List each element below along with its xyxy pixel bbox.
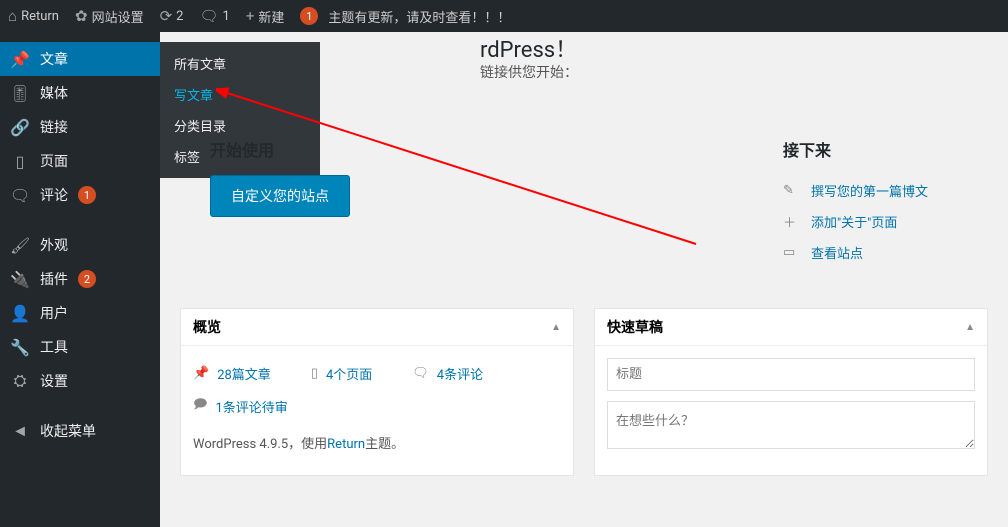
topbar-updates[interactable]: ⟳ 2 <box>152 0 192 32</box>
collapse-icon: ◄ <box>10 421 30 441</box>
refresh-icon: ⟳ <box>160 7 173 25</box>
pin-icon: 📌 <box>10 50 30 69</box>
notice-badge: 1 <box>300 7 318 25</box>
sidebar-item-media[interactable]: 🎚 媒体 <box>0 76 160 110</box>
comment-icon: 🗩 <box>193 395 207 417</box>
page-icon: ▯ <box>311 366 318 381</box>
gear-icon: ✿ <box>75 7 88 25</box>
quick-draft-panel: 快速草稿 ▲ <box>594 308 988 476</box>
plugins-badge: 2 <box>78 270 96 288</box>
new-label: 新建 <box>258 7 284 26</box>
plug-icon: 🔌 <box>10 270 30 289</box>
sidebar-item-settings[interactable]: ⛭ 设置 <box>0 364 160 398</box>
panel-toggle-icon[interactable]: ▲ <box>551 322 561 333</box>
sidebar-item-tools[interactable]: 🔧 工具 <box>0 330 160 364</box>
user-icon: 👤 <box>10 304 30 323</box>
panel-title: 概览 <box>193 317 221 337</box>
sidebar-item-label: 设置 <box>40 371 68 391</box>
glance-pages[interactable]: ▯4个页面 <box>311 358 372 389</box>
sidebar-item-label: 媒体 <box>40 83 68 103</box>
start-heading: 开始使用 <box>210 137 350 161</box>
wp-version-line: WordPress 4.9.5，使用Return主题。 <box>193 433 561 452</box>
glance-pending[interactable]: 🗩1条评论待审 <box>193 389 288 423</box>
glance-posts[interactable]: 📌28篇文章 <box>193 358 271 389</box>
sidebar-item-users[interactable]: 👤 用户 <box>0 296 160 330</box>
sidebar-item-links[interactable]: 🔗 链接 <box>0 110 160 144</box>
next-write-post[interactable]: ✎ 撰写您的第一篇博文 <box>783 175 928 206</box>
next-item-label: 添加"关于"页面 <box>811 212 897 231</box>
sidebar-item-comments[interactable]: 🗨 评论 1 <box>0 178 160 212</box>
next-view-site[interactable]: ▭ 查看站点 <box>783 237 928 268</box>
topbar-new[interactable]: + 新建 <box>238 0 293 32</box>
sidebar-item-collapse[interactable]: ◄ 收起菜单 <box>0 414 160 448</box>
home-icon: ⌂ <box>8 7 17 25</box>
glance-comments[interactable]: 🗨4条评论 <box>412 358 483 389</box>
next-item-label: 撰写您的第一篇博文 <box>811 181 928 200</box>
brush-icon: 🖌 <box>10 236 30 255</box>
plus-icon: + <box>246 7 255 25</box>
topbar-theme-notice[interactable]: 1 主题有更新，请及时查看！！！ <box>292 0 518 32</box>
comment-icon: 🗨 <box>10 186 30 205</box>
customize-site-button[interactable]: 自定义您的站点 <box>210 175 350 217</box>
sidebar-item-label: 评论 <box>40 185 68 205</box>
comment-icon: 🗨 <box>412 366 429 381</box>
sidebar-item-label: 工具 <box>40 337 68 357</box>
draft-content-textarea[interactable] <box>607 401 975 449</box>
admin-topbar: ⌂ Return ✿ 网站设置 ⟳ 2 🗨 1 + 新建 1 主题有更新，请及时… <box>0 0 1008 32</box>
site-name: Return <box>21 9 59 24</box>
sidebar-item-plugins[interactable]: 🔌 插件 2 <box>0 262 160 296</box>
sidebar-item-posts[interactable]: 📌 文章 <box>0 42 160 76</box>
admin-sidebar: 📌 文章 🎚 媒体 🔗 链接 ▯ 页面 🗨 评论 1 🖌 外观 🔌 插件 2 <box>0 32 160 527</box>
pin-icon: 📌 <box>193 366 209 381</box>
media-icon: 🎚 <box>10 84 30 103</box>
panel-title: 快速草稿 <box>607 317 663 337</box>
theme-link[interactable]: Return <box>327 437 365 452</box>
comment-icon: 🗨 <box>199 7 218 25</box>
notice-text: 主题有更新，请及时查看！！！ <box>328 7 510 26</box>
sidebar-item-label: 用户 <box>40 303 68 323</box>
comments-count: 1 <box>223 9 230 24</box>
sidebar-item-label: 插件 <box>40 269 68 289</box>
next-item-label: 查看站点 <box>811 243 863 262</box>
sidebar-item-pages[interactable]: ▯ 页面 <box>0 144 160 178</box>
next-heading: 接下来 <box>783 137 928 161</box>
welcome-partial-title: rdPress！ <box>480 32 577 64</box>
sidebar-item-label: 外观 <box>40 235 68 255</box>
settings-label: 网站设置 <box>92 7 144 26</box>
plus-icon: ＋ <box>783 212 801 231</box>
topbar-site-link[interactable]: ⌂ Return <box>0 0 67 32</box>
draft-title-input[interactable] <box>607 358 975 391</box>
updates-count: 2 <box>176 9 183 24</box>
at-a-glance-panel: 概览 ▲ 📌28篇文章 ▯4个页面 🗨4条评论 🗩1条评论待审 WordPres… <box>180 308 574 476</box>
link-icon: 🔗 <box>10 118 30 137</box>
topbar-comments[interactable]: 🗨 1 <box>191 0 237 32</box>
sidebar-item-appearance[interactable]: 🖌 外观 <box>0 228 160 262</box>
wrench-icon: 🔧 <box>10 338 30 357</box>
welcome-partial-sub: 链接供您开始： <box>480 62 578 82</box>
sidebar-item-label: 链接 <box>40 117 68 137</box>
page-icon: ▯ <box>10 152 30 171</box>
panel-toggle-icon[interactable]: ▲ <box>965 322 975 333</box>
sidebar-item-label: 文章 <box>40 49 68 69</box>
comments-badge: 1 <box>78 186 96 204</box>
dashboard-content: rdPress！ 链接供您开始： 开始使用 自定义您的站点 接下来 ✎ 撰写您的… <box>160 32 1008 527</box>
topbar-site-settings[interactable]: ✿ 网站设置 <box>67 0 152 32</box>
view-icon: ▭ <box>783 245 801 260</box>
welcome-panel: 开始使用 自定义您的站点 接下来 ✎ 撰写您的第一篇博文 ＋ 添加"关于"页面 <box>180 137 988 288</box>
edit-icon: ✎ <box>783 183 801 198</box>
next-add-about[interactable]: ＋ 添加"关于"页面 <box>783 206 928 237</box>
sidebar-item-label: 页面 <box>40 151 68 171</box>
sliders-icon: ⛭ <box>10 371 30 391</box>
sidebar-item-label: 收起菜单 <box>40 421 96 441</box>
